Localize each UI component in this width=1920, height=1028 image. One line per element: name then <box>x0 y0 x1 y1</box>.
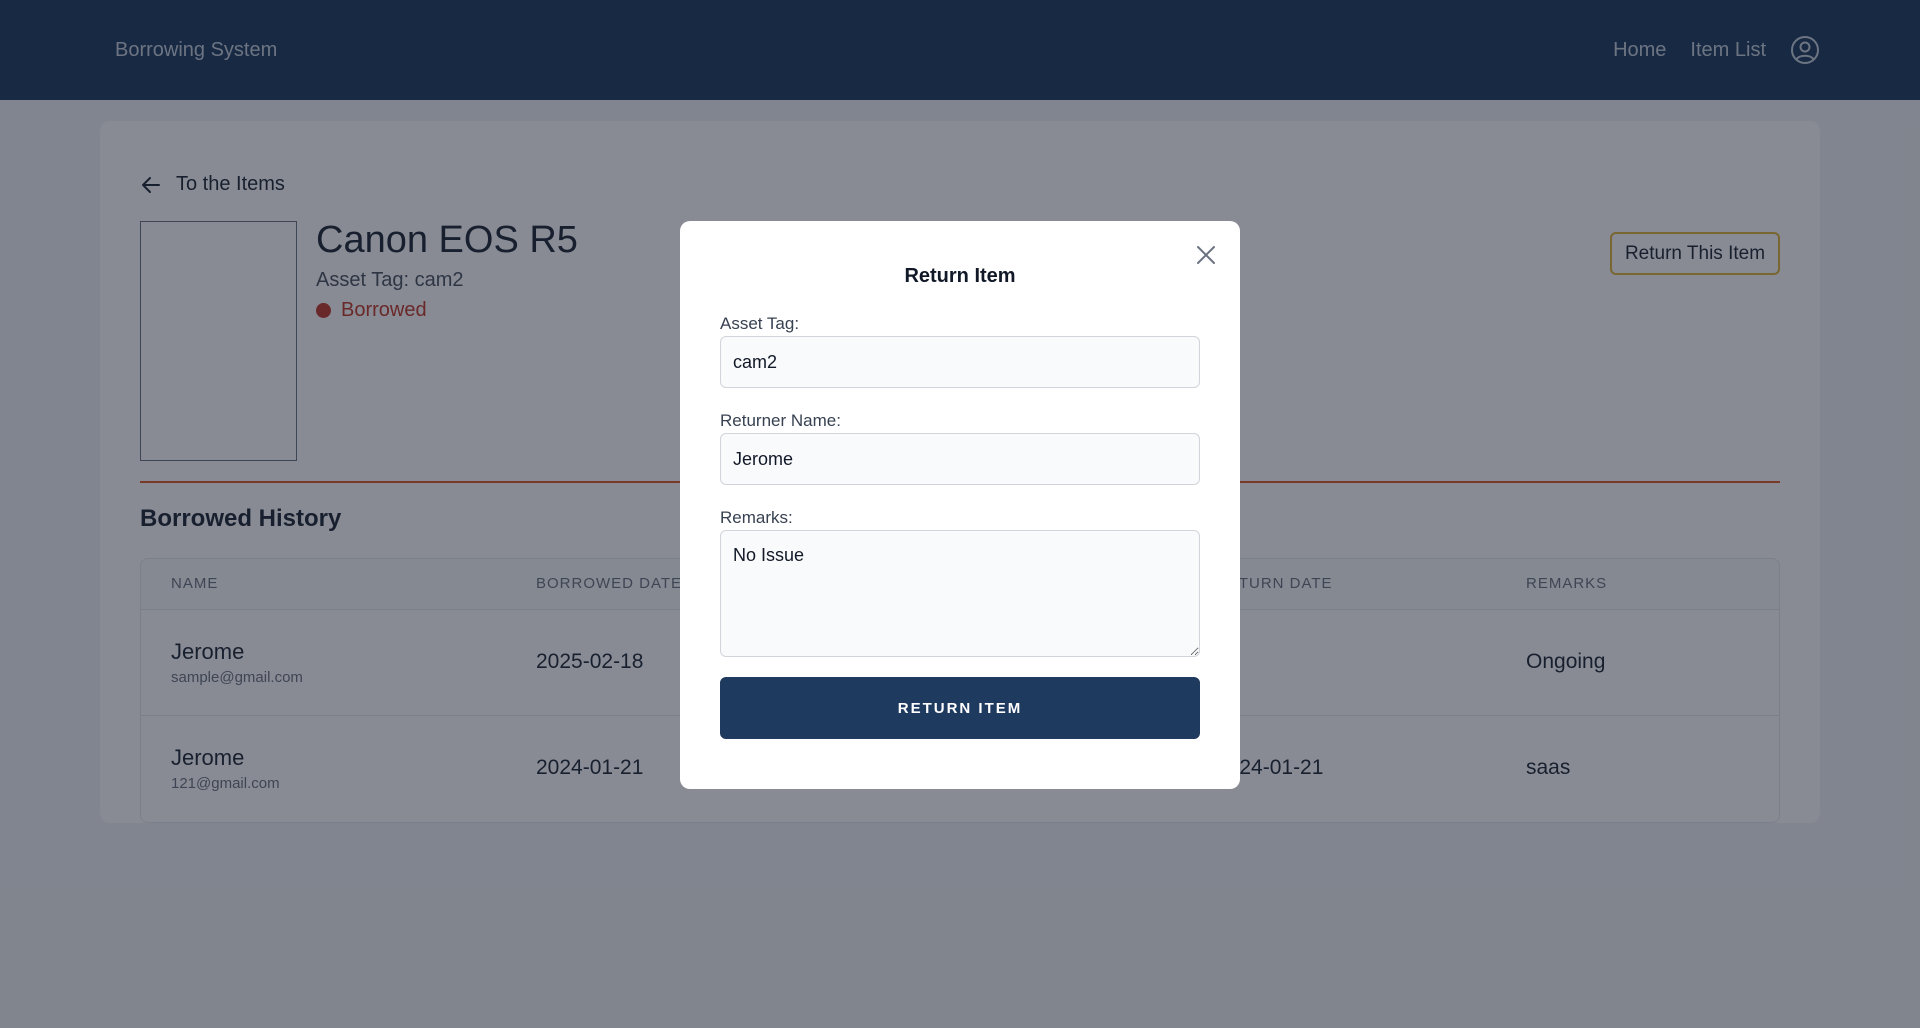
return-item-modal: Return Item Asset Tag: Returner Name: Re… <box>680 221 1240 789</box>
remarks-textarea[interactable]: No Issue <box>720 530 1200 657</box>
remarks-label: Remarks: <box>720 508 793 527</box>
close-icon[interactable] <box>1194 243 1218 267</box>
returner-name-input[interactable] <box>720 433 1200 485</box>
returner-name-label: Returner Name: <box>720 411 841 430</box>
asset-tag-label: Asset Tag: <box>720 314 800 333</box>
asset-tag-input[interactable] <box>720 336 1200 388</box>
return-item-submit-button[interactable]: RETURN ITEM <box>720 677 1200 739</box>
modal-title: Return Item <box>904 265 1016 287</box>
